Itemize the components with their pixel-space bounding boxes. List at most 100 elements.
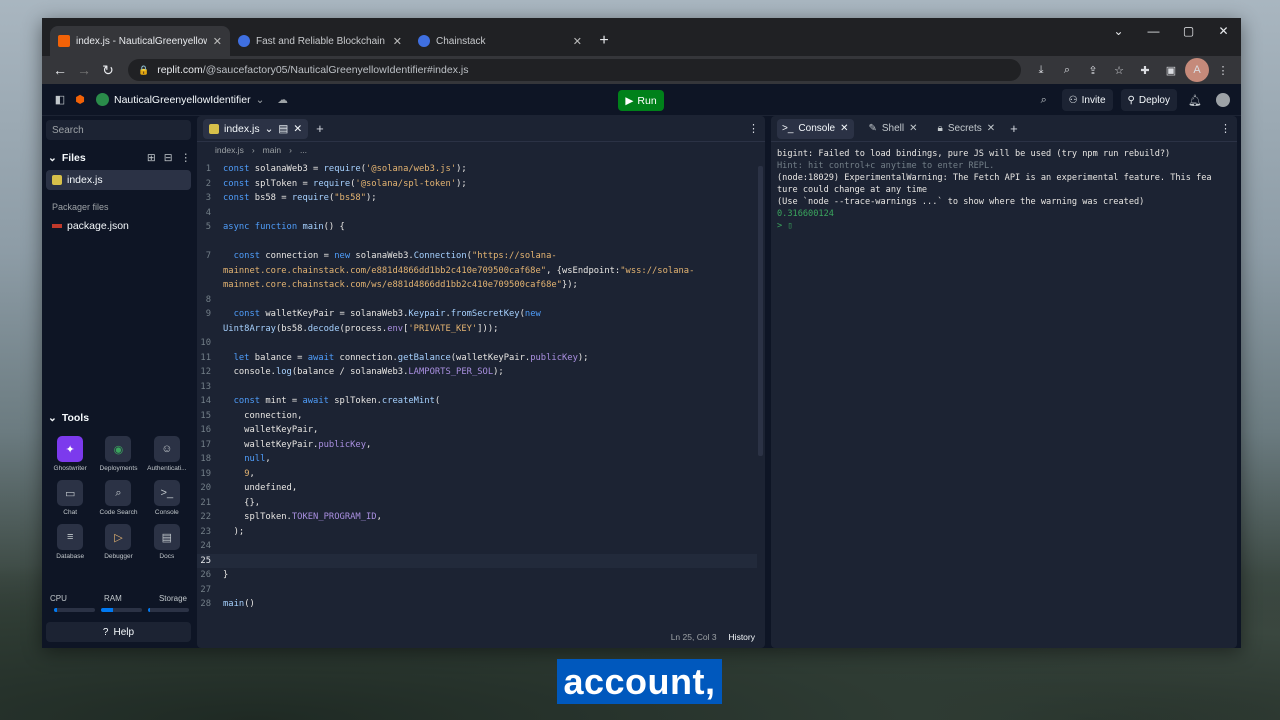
code-line[interactable]: 3 const bs58 = require("bs58"); bbox=[197, 191, 757, 206]
tab-secrets[interactable]: 🔒︎ Secrets ✕ bbox=[933, 119, 1001, 139]
cursor-position[interactable]: Ln 25, Col 3 bbox=[671, 632, 717, 642]
close-window-button[interactable]: ✕ bbox=[1206, 18, 1241, 44]
tab-shell[interactable]: ✎ Shell ✕ bbox=[864, 119, 923, 139]
history-button[interactable]: History bbox=[729, 632, 755, 642]
close-icon[interactable]: ✕ bbox=[987, 123, 995, 134]
minimize-button[interactable]: — bbox=[1136, 18, 1171, 44]
code-line[interactable]: Uint8Array(bs58.decode(process.env['PRIV… bbox=[197, 322, 757, 337]
code-line[interactable]: 11 let balance = await connection.getBal… bbox=[197, 351, 757, 366]
tool-search[interactable]: ⌕ Code Search bbox=[94, 480, 142, 516]
zoom-icon[interactable]: ⌕ bbox=[1055, 58, 1079, 82]
close-icon[interactable]: ✕ bbox=[909, 123, 917, 134]
code-line[interactable]: 25 bbox=[197, 553, 757, 568]
code-line[interactable]: 1 const solanaWeb3 = require('@solana/web… bbox=[197, 162, 757, 177]
code-line[interactable]: 27 bbox=[197, 583, 757, 598]
url-field[interactable]: 🔒 replit.com /@saucefactory05/NauticalGr… bbox=[128, 59, 1021, 81]
tool-database[interactable]: ≡ Database bbox=[46, 524, 94, 560]
breadcrumb-item[interactable]: ... bbox=[300, 145, 307, 155]
tool-debugger[interactable]: ▷ Debugger bbox=[94, 524, 142, 560]
more-options-icon[interactable]: ⋮ bbox=[1220, 122, 1231, 135]
search-icon[interactable]: ⌕ bbox=[1034, 90, 1054, 110]
code-line[interactable]: 14 const mint = await splToken.createMin… bbox=[197, 394, 757, 409]
new-file-icon[interactable]: ⊞ bbox=[147, 152, 156, 164]
tool-ghostwriter[interactable]: ✦ Ghostwriter bbox=[46, 436, 94, 472]
repl-name-button[interactable]: NauticalGreenyellowIdentifier ⌄ ☁ bbox=[96, 93, 288, 106]
sidebar-toggle-icon[interactable]: ◧ bbox=[50, 90, 70, 110]
code-line[interactable]: 7 const connection = new solanaWeb3.Conn… bbox=[197, 249, 757, 264]
code-line[interactable]: 8 bbox=[197, 293, 757, 308]
back-icon[interactable]: ← bbox=[48, 58, 72, 82]
file-item-package-json[interactable]: package.json bbox=[46, 216, 191, 236]
code-line[interactable]: 28 main() bbox=[197, 597, 757, 608]
user-avatar[interactable] bbox=[1213, 90, 1233, 110]
code-line[interactable]: 22 splToken.TOKEN_PROGRAM_ID, bbox=[197, 510, 757, 525]
code-line[interactable]: mainnet.core.chainstack.com/ws/e881d4866… bbox=[197, 278, 757, 293]
files-section-header[interactable]: ⌄ Files ⊞ ⊟ ⋮ bbox=[46, 146, 191, 170]
code-line[interactable]: 2 const splToken = require('@solana/spl-t… bbox=[197, 177, 757, 192]
add-tab-icon[interactable]: + bbox=[1010, 121, 1018, 136]
tool-deployments[interactable]: ◉ Deployments bbox=[94, 436, 142, 472]
close-icon[interactable]: ✕ bbox=[293, 123, 302, 135]
code-line[interactable]: mainnet.core.chainstack.com/e881d4866dd1… bbox=[197, 264, 757, 279]
console-output[interactable]: bigint: Failed to load bindings, pure JS… bbox=[771, 142, 1237, 238]
more-options-icon[interactable]: ⋮ bbox=[181, 152, 192, 164]
code-line[interactable]: 20 undefined, bbox=[197, 481, 757, 496]
reload-icon[interactable]: ↻ bbox=[96, 58, 120, 82]
code-line[interactable]: 9 const walletKeyPair = solanaWeb3.Keypa… bbox=[197, 307, 757, 322]
extensions-icon[interactable]: ✚ bbox=[1133, 58, 1157, 82]
notifications-bell-icon[interactable]: 🔔︎ bbox=[1185, 90, 1205, 110]
forward-icon[interactable]: → bbox=[72, 58, 96, 82]
breadcrumb-item[interactable]: index.js bbox=[215, 145, 244, 155]
run-button[interactable]: ▶ Run bbox=[618, 90, 664, 111]
sidepanel-icon[interactable]: ▣ bbox=[1159, 58, 1183, 82]
tab-console[interactable]: >_ Console ✕ bbox=[777, 118, 854, 139]
tool-user[interactable]: ☺ Authenticati... bbox=[143, 436, 191, 472]
deploy-button[interactable]: ⚲ Deploy bbox=[1120, 89, 1177, 111]
file-item-index-js[interactable]: index.js bbox=[46, 170, 191, 190]
tools-section-header[interactable]: ⌄ Tools bbox=[46, 406, 191, 430]
browser-tab-replit[interactable]: index.js - NauticalGreenyellowIde ✕ bbox=[50, 26, 230, 56]
editor-scrollbar[interactable] bbox=[758, 166, 763, 456]
code-line[interactable]: 26} bbox=[197, 568, 757, 583]
code-line[interactable]: 23 ); bbox=[197, 525, 757, 540]
browser-menu-icon[interactable]: ⋮ bbox=[1211, 58, 1235, 82]
code-line[interactable]: 15 connection, bbox=[197, 409, 757, 424]
code-line[interactable] bbox=[197, 235, 757, 250]
close-tab-icon[interactable]: ✕ bbox=[393, 35, 402, 48]
close-tab-icon[interactable]: ✕ bbox=[213, 35, 222, 48]
tab-search-icon[interactable]: ⌄ bbox=[1101, 18, 1136, 44]
browser-tab-chainstack[interactable]: Chainstack ✕ bbox=[410, 26, 590, 56]
tool-console[interactable]: >_ Console bbox=[143, 480, 191, 516]
code-line[interactable]: 12 console.log(balance / solanaWeb3.LAMP… bbox=[197, 365, 757, 380]
install-app-icon[interactable]: ⤓ bbox=[1029, 58, 1053, 82]
editor-tab-index-js[interactable]: index.js ⌄ ▤ ✕ bbox=[203, 118, 309, 139]
browser-tab-chainstack-infra[interactable]: Fast and Reliable Blockchain Infra ✕ bbox=[230, 26, 410, 56]
tool-chat[interactable]: ▭ Chat bbox=[46, 480, 94, 516]
code-line[interactable]: 5 async function main() { bbox=[197, 220, 757, 235]
close-icon[interactable]: ✕ bbox=[840, 123, 848, 134]
code-area[interactable]: 1 const solanaWeb3 = require('@solana/web… bbox=[197, 162, 757, 608]
code-line[interactable]: 24 bbox=[197, 539, 757, 554]
close-tab-icon[interactable]: ✕ bbox=[573, 35, 582, 48]
breadcrumb-item[interactable]: main bbox=[263, 145, 281, 155]
profile-avatar[interactable]: A bbox=[1185, 58, 1209, 82]
more-options-icon[interactable]: ⋮ bbox=[748, 122, 759, 135]
code-line[interactable]: 17 walletKeyPair.publicKey, bbox=[197, 438, 757, 453]
code-line[interactable]: 19 9, bbox=[197, 467, 757, 482]
add-tab-icon[interactable]: + bbox=[316, 121, 324, 136]
code-line[interactable]: 21 {}, bbox=[197, 496, 757, 511]
code-line[interactable]: 16 walletKeyPair, bbox=[197, 423, 757, 438]
replit-logo-icon[interactable]: ⬢ bbox=[70, 90, 90, 110]
search-input[interactable]: Search bbox=[46, 120, 191, 140]
code-line[interactable]: 18 null, bbox=[197, 452, 757, 467]
split-view-icon[interactable]: ▤ bbox=[278, 123, 288, 135]
bookmark-star-icon[interactable]: ☆ bbox=[1107, 58, 1131, 82]
new-tab-button[interactable]: + bbox=[590, 26, 618, 56]
new-folder-icon[interactable]: ⊟ bbox=[164, 152, 173, 164]
code-line[interactable]: 10 bbox=[197, 336, 757, 351]
help-button[interactable]: ? Help bbox=[46, 622, 191, 642]
tool-docs[interactable]: ▤ Docs bbox=[143, 524, 191, 560]
maximize-button[interactable]: ▢ bbox=[1171, 18, 1206, 44]
invite-button[interactable]: ⚇ Invite bbox=[1061, 89, 1113, 111]
resource-usage[interactable]: CPU RAM Storage bbox=[46, 594, 191, 603]
